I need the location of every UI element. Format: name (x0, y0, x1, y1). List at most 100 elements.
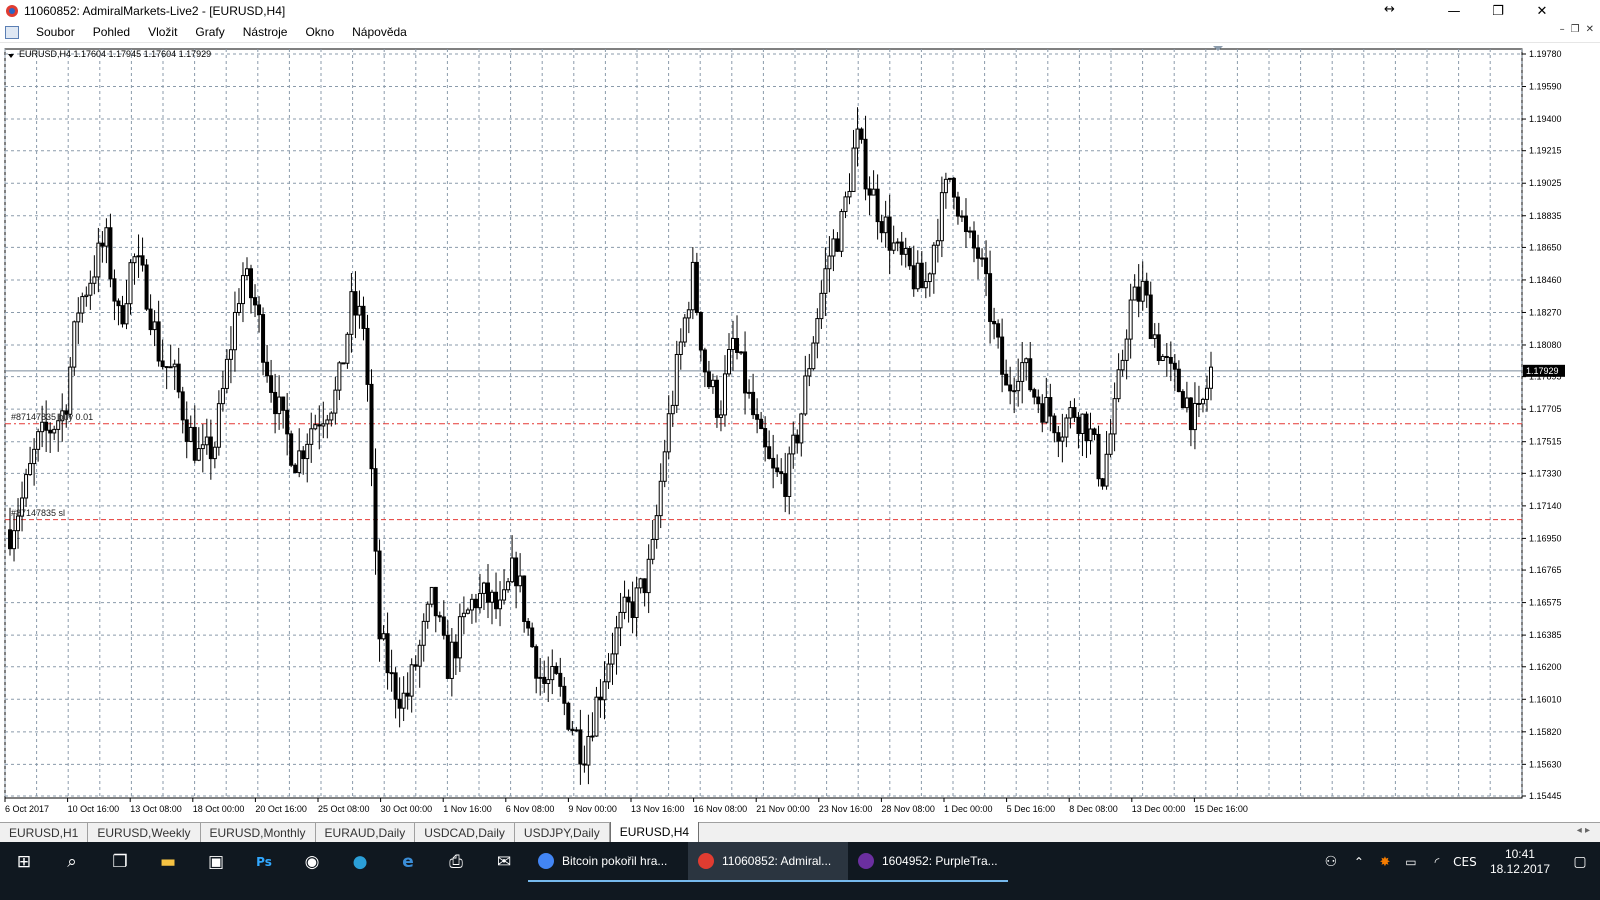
candle (931, 242, 936, 294)
notifications-icon[interactable]: ▢ (1560, 842, 1600, 882)
menu-napoveda[interactable]: Nápověda (343, 25, 416, 39)
candle (1136, 264, 1141, 318)
candle-body (980, 257, 985, 260)
mail-icon[interactable]: ✉ (480, 842, 528, 882)
minimize-button[interactable]: — (1432, 0, 1476, 22)
tab-eurusd-h4[interactable]: EURUSD,H4 (609, 822, 700, 842)
candle-body (281, 396, 286, 411)
y-tick-label: 1.18835 (1529, 211, 1562, 221)
candle (980, 248, 985, 267)
candle (678, 328, 683, 370)
task-view-icon[interactable]: ❐ (96, 842, 144, 882)
candle (72, 320, 77, 376)
menu-vlozit[interactable]: Vložit (139, 25, 186, 39)
tab-eurusd-monthly[interactable]: EURUSD,Monthly (201, 823, 316, 842)
candle (1152, 323, 1157, 348)
candle-body (277, 396, 282, 415)
close-button[interactable]: ✕ (1520, 0, 1564, 22)
candle-body (827, 255, 832, 270)
mdi-restore-button[interactable]: ❐ (1571, 24, 1580, 35)
mdi-minimize-button[interactable]: – (1560, 24, 1565, 35)
candle-body (598, 696, 603, 701)
candle-body (212, 446, 217, 460)
tab-eurusd-h1[interactable]: EURUSD,H1 (0, 823, 89, 842)
candle (891, 225, 896, 255)
candle-body (337, 362, 342, 391)
candle-body (690, 261, 695, 311)
candle (152, 310, 157, 347)
candle (1064, 414, 1069, 448)
chart-canvas[interactable]: 1.19780 1.19590 1.19400 1.19215 1.19025 1.188… (0, 44, 1567, 822)
outlook-icon[interactable]: ◉ (288, 842, 336, 882)
app-circle-icon[interactable]: ● (336, 842, 384, 882)
wifi-icon[interactable]: ◜ (1424, 842, 1450, 882)
file-explorer-icon[interactable]: ▬ (144, 842, 192, 882)
candle-body (305, 443, 310, 460)
menu-nastroje[interactable]: Nástroje (234, 25, 297, 39)
tab-euraud-daily[interactable]: EURAUD,Daily (316, 823, 416, 842)
menu-grafy[interactable]: Grafy (186, 25, 233, 39)
title-bar: 11060852: AdmiralMarkets-Live2 - [EURUSD… (0, 0, 1600, 22)
candle-body (787, 453, 792, 497)
search-icon[interactable]: ⌕ (48, 842, 96, 882)
candle (333, 376, 338, 425)
photoshop-icon[interactable]: Ps (240, 842, 288, 882)
resize-icon[interactable]: ↔ (1384, 2, 1395, 17)
candle (425, 601, 430, 629)
taskbar-app-metatrader[interactable]: 11060852: Admiral... (688, 842, 848, 882)
candle (622, 580, 627, 620)
candle (1140, 261, 1145, 311)
mdi-close-button[interactable]: ✕ (1586, 24, 1594, 35)
candle-body (136, 255, 141, 258)
candle (634, 576, 639, 637)
tab-usdcad-daily[interactable]: USDCAD,Daily (415, 823, 515, 842)
people-icon[interactable]: ⚇ (1316, 842, 1346, 882)
price-chart[interactable]: 1.19780 1.19590 1.19400 1.19215 1.19025 1.188… (0, 44, 1567, 822)
battery-icon[interactable]: ▭ (1398, 842, 1424, 882)
taskbar-app-purpletrading[interactable]: 1604952: PurpleTra... (848, 842, 1008, 882)
candle-body (441, 616, 446, 636)
candle-body (526, 620, 531, 629)
candle-body (192, 426, 197, 461)
candle-body (1196, 402, 1201, 405)
chart-window-icon[interactable] (5, 25, 19, 39)
candle (698, 311, 703, 362)
candle-body (811, 342, 816, 370)
candle (827, 236, 832, 293)
chevron-up-icon[interactable]: ⌃ (1346, 842, 1372, 882)
candle (690, 246, 695, 320)
candle-body (425, 603, 430, 622)
candle-body (735, 337, 740, 353)
candle-body (582, 763, 587, 766)
candle (506, 578, 511, 593)
edge-icon[interactable]: e (384, 842, 432, 882)
clock[interactable]: 10:41 18.12.2017 (1480, 847, 1560, 877)
y-tick-label: 1.18460 (1529, 275, 1562, 285)
tab-scroll-arrows[interactable]: ◂ ▸ (1577, 825, 1590, 836)
printer-icon[interactable]: ⎙ (432, 842, 480, 882)
candle-body (1012, 390, 1017, 393)
menu-pohled[interactable]: Pohled (84, 25, 139, 39)
candle (963, 198, 968, 248)
tab-usdjpy-daily[interactable]: USDJPY,Daily (515, 823, 610, 842)
candle (1160, 354, 1165, 362)
menu-okno[interactable]: Okno (296, 25, 343, 39)
candle (208, 419, 213, 480)
candle (1052, 413, 1057, 443)
candle-body (353, 291, 358, 316)
windows-start-icon[interactable]: ⊞ (0, 842, 48, 882)
restore-button[interactable]: ❐ (1476, 0, 1520, 22)
taskbar-app-chrome[interactable]: Bitcoin pokořil hra... (528, 842, 688, 882)
candle-body (108, 227, 113, 280)
tab-eurusd-weekly[interactable]: EURUSD,Weekly (88, 823, 201, 842)
candle (88, 270, 93, 310)
candle-body (976, 247, 981, 259)
menu-soubor[interactable]: Soubor (27, 25, 84, 39)
candle-body (1204, 387, 1209, 400)
language-indicator[interactable]: CES (1450, 842, 1480, 882)
store-icon[interactable]: ▣ (192, 842, 240, 882)
candle (1104, 431, 1109, 490)
candle (1176, 360, 1181, 393)
candle (168, 344, 173, 369)
avast-icon[interactable]: ✸ (1372, 842, 1398, 882)
